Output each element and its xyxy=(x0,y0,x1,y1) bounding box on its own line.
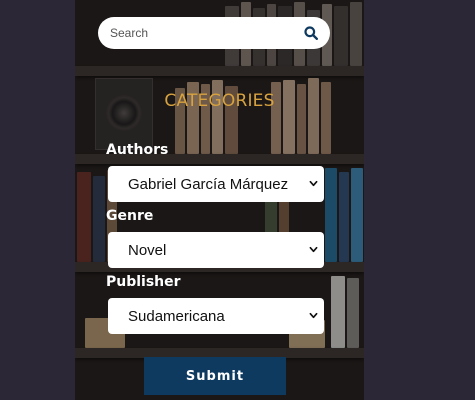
publisher-select[interactable]: Sudamericana xyxy=(108,298,324,334)
filter-panel: CATEGORIES Authors Gabriel García Márque… xyxy=(75,0,364,400)
search-bar xyxy=(98,17,330,49)
genre-selected-value: Novel xyxy=(128,241,167,259)
publisher-selected-value: Sudamericana xyxy=(128,307,225,325)
page: CATEGORIES Authors Gabriel García Márque… xyxy=(0,0,475,400)
authors-selected-value: Gabriel García Márquez xyxy=(128,175,289,193)
categories-heading: CATEGORIES xyxy=(164,91,275,111)
genre-select[interactable]: Novel xyxy=(108,232,324,268)
chevron-down-icon xyxy=(309,180,318,187)
submit-button[interactable]: Submit xyxy=(144,357,286,395)
search-input[interactable] xyxy=(108,25,292,41)
authors-label: Authors xyxy=(106,142,169,158)
chevron-down-icon xyxy=(309,246,318,253)
genre-label: Genre xyxy=(106,208,154,224)
chevron-down-icon xyxy=(309,312,318,319)
publisher-label: Publisher xyxy=(106,274,181,290)
search-icon[interactable] xyxy=(304,26,318,40)
authors-select[interactable]: Gabriel García Márquez xyxy=(108,166,324,202)
